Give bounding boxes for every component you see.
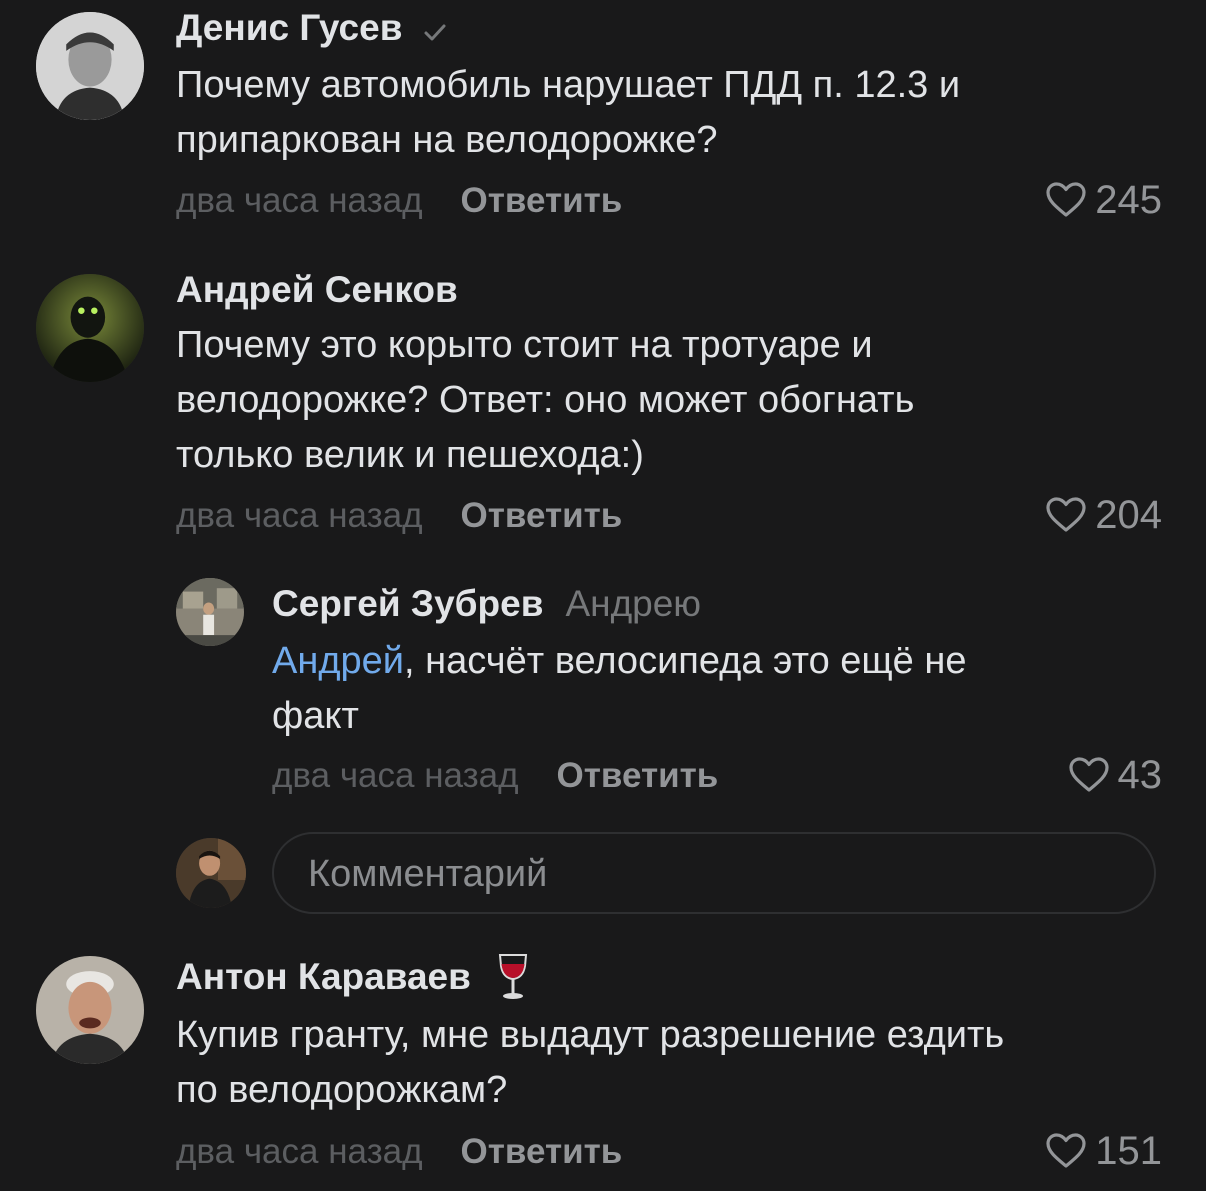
reply-button[interactable]: Ответить: [461, 1131, 623, 1173]
avatar[interactable]: [36, 956, 144, 1064]
wine-glass-icon: [493, 952, 533, 1002]
comment-text: Андрей, насчёт велосипеда это ещё не фак…: [272, 634, 966, 744]
comment-text: Почему это корыто стоит на тротуаре и ве…: [176, 324, 915, 476]
like-count: 43: [1117, 753, 1163, 797]
like-button[interactable]: 204: [1045, 493, 1162, 537]
reply-button[interactable]: Ответить: [461, 495, 623, 537]
avatar[interactable]: [36, 12, 144, 120]
current-user-avatar: [176, 838, 246, 908]
author-name-label: Денис Гусев: [176, 7, 403, 48]
comment-input-placeholder: Комментарий: [308, 853, 548, 895]
author-name[interactable]: Андрей Сенков: [176, 268, 458, 312]
author-name[interactable]: Денис Гусев: [176, 6, 450, 50]
comment-meta: два часа назад Ответить: [176, 1131, 622, 1173]
like-count: 151: [1095, 1129, 1162, 1173]
reply-button[interactable]: Ответить: [461, 180, 623, 222]
author-name-label: Сергей Зубрев: [272, 583, 544, 624]
comment-meta: два часа назад Ответить: [176, 495, 622, 537]
timestamp: два часа назад: [176, 496, 423, 535]
heart-icon: [1046, 182, 1086, 217]
heart-icon: [1046, 497, 1086, 532]
like-button[interactable]: 43: [1068, 753, 1163, 797]
author-name[interactable]: Антон Караваев: [176, 952, 533, 1002]
heart-icon: [1068, 757, 1109, 792]
timestamp: два часа назад: [176, 181, 423, 220]
reply-to-label[interactable]: Андрею: [565, 582, 701, 626]
like-count: 204: [1095, 493, 1162, 537]
author-name[interactable]: Сергей Зубрев Андрею: [272, 582, 701, 626]
like-button[interactable]: 151: [1045, 1129, 1162, 1173]
reply-button[interactable]: Ответить: [557, 755, 719, 797]
timestamp: два часа назад: [272, 756, 519, 795]
comment-meta: два часа назад Ответить: [272, 755, 718, 797]
comments-thread: Денис Гусев Почему автомобиль нарушает П…: [0, 0, 1206, 1191]
heart-icon: [1046, 1133, 1086, 1168]
comment-text: Купив гранту, мне выдадут разрешение езд…: [176, 1014, 1005, 1111]
like-count: 245: [1095, 178, 1162, 222]
avatar[interactable]: [176, 578, 244, 646]
like-button[interactable]: 245: [1045, 178, 1162, 222]
mention-link[interactable]: Андрей: [272, 640, 404, 682]
author-name-label: Антон Караваев: [176, 956, 471, 997]
comment-meta: два часа назад Ответить: [176, 180, 622, 222]
timestamp: два часа назад: [176, 1132, 423, 1171]
verified-check-icon: [420, 13, 450, 43]
comment-input[interactable]: Комментарий: [272, 832, 1156, 914]
author-name-label: Андрей Сенков: [176, 269, 458, 310]
comment-text: Почему автомобиль нарушает ПДД п. 12.3 и…: [176, 64, 961, 161]
avatar[interactable]: [36, 274, 144, 382]
